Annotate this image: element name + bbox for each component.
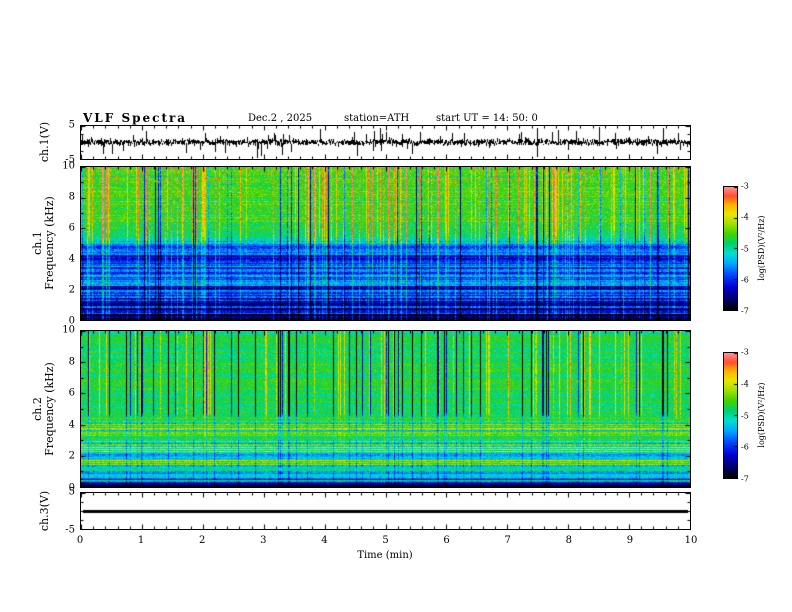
y-tick-label: 5	[68, 119, 75, 131]
x-tick-label: 7	[504, 535, 511, 546]
ch3-timeseries-canvas	[81, 493, 690, 529]
colorbar-tick-label: -7	[741, 474, 749, 484]
colorbar-ch1-canvas	[724, 187, 737, 310]
y-tick-label: 4	[68, 419, 75, 431]
colorbar-tick-label: -5	[741, 411, 749, 420]
station-label: station=ATH	[344, 113, 410, 124]
colorbar-ch1-label: log(PSD)(V²/Hz)	[756, 215, 768, 280]
y-tick-label: 6	[68, 387, 75, 399]
ch2-spectrogram-panel	[80, 330, 691, 488]
x-tick-label: 0	[76, 535, 84, 546]
x-tick-label: 10	[684, 535, 698, 546]
start-ut-label: start UT = 14: 50: 0	[436, 113, 538, 124]
ch1-spec-ylabel: ch.1 Frequency (kHz)	[31, 196, 56, 290]
colorbar-ch2	[723, 352, 738, 479]
colorbar-ch1	[723, 186, 738, 311]
ch1-spec-ylabel-line2: Frequency (kHz)	[43, 196, 56, 290]
ch1-timeseries-panel	[80, 125, 691, 160]
ch2-spec-ylabel: ch.2 Frequency (kHz)	[31, 362, 56, 456]
x-tick-label: 1	[137, 535, 145, 546]
colorbar-tick-label: -6	[741, 275, 749, 285]
colorbar-ch2-label-text: log(PSD)(V²/Hz)	[757, 382, 766, 448]
ch1-spectrogram-panel	[80, 166, 691, 321]
ch3-ts-ylabel-text: ch.3(V)	[38, 490, 51, 532]
vlf-spectra-figure: VLF Spectra Dec.2 , 2025 station=ATH sta…	[0, 0, 792, 612]
colorbar-ch1-label-text: log(PSD)(V²/Hz)	[757, 215, 766, 281]
x-axis-title: Time (min)	[357, 550, 413, 561]
y-tick-label: 4	[68, 253, 75, 265]
ch1-ts-ylabel: ch.1(V)	[38, 121, 51, 163]
y-tick-label: 8	[68, 191, 75, 203]
ch3-timeseries-panel	[80, 492, 691, 530]
ch1-spectrogram-canvas	[81, 167, 690, 320]
y-tick-label: 2	[68, 284, 75, 296]
ch1-ts-ylabel-text: ch.1(V)	[38, 121, 51, 163]
x-tick-label: 6	[443, 535, 450, 546]
y-tick-label: -5	[65, 524, 75, 536]
ch1-timeseries-canvas	[81, 126, 690, 159]
colorbar-ch2-label: log(PSD)(V²/Hz)	[756, 382, 768, 447]
colorbar-tick-label: -5	[741, 244, 749, 253]
colorbar-tick-label: -6	[741, 442, 749, 452]
x-tick-label: 4	[321, 535, 328, 546]
x-tick-label: 9	[626, 535, 634, 546]
figure-date: Dec.2 , 2025	[248, 113, 313, 124]
x-tick-label: 2	[199, 535, 206, 546]
colorbar-tick-label: -3	[741, 181, 749, 191]
colorbar-ch2-canvas	[724, 353, 737, 478]
y-tick-label: 8	[68, 356, 75, 368]
y-tick-label: 10	[62, 160, 75, 172]
ch3-ts-ylabel: ch.3(V)	[38, 490, 51, 532]
x-tick-label: 5	[382, 535, 389, 546]
colorbar-tick-label: -4	[741, 379, 749, 389]
y-tick-label: 5	[68, 486, 75, 498]
ch2-spec-ylabel-line2: Frequency (kHz)	[43, 362, 56, 456]
figure-title: VLF Spectra	[83, 111, 188, 125]
colorbar-tick-label: -7	[741, 306, 749, 316]
y-tick-label: 6	[68, 222, 75, 234]
colorbar-tick-label: -3	[741, 347, 749, 357]
y-tick-label: 2	[68, 450, 75, 462]
x-tick-label: 3	[260, 535, 267, 546]
ch2-spectrogram-canvas	[81, 331, 690, 487]
x-tick-label: 8	[565, 535, 572, 546]
colorbar-tick-label: -4	[741, 212, 749, 222]
y-tick-label: 10	[62, 324, 75, 336]
